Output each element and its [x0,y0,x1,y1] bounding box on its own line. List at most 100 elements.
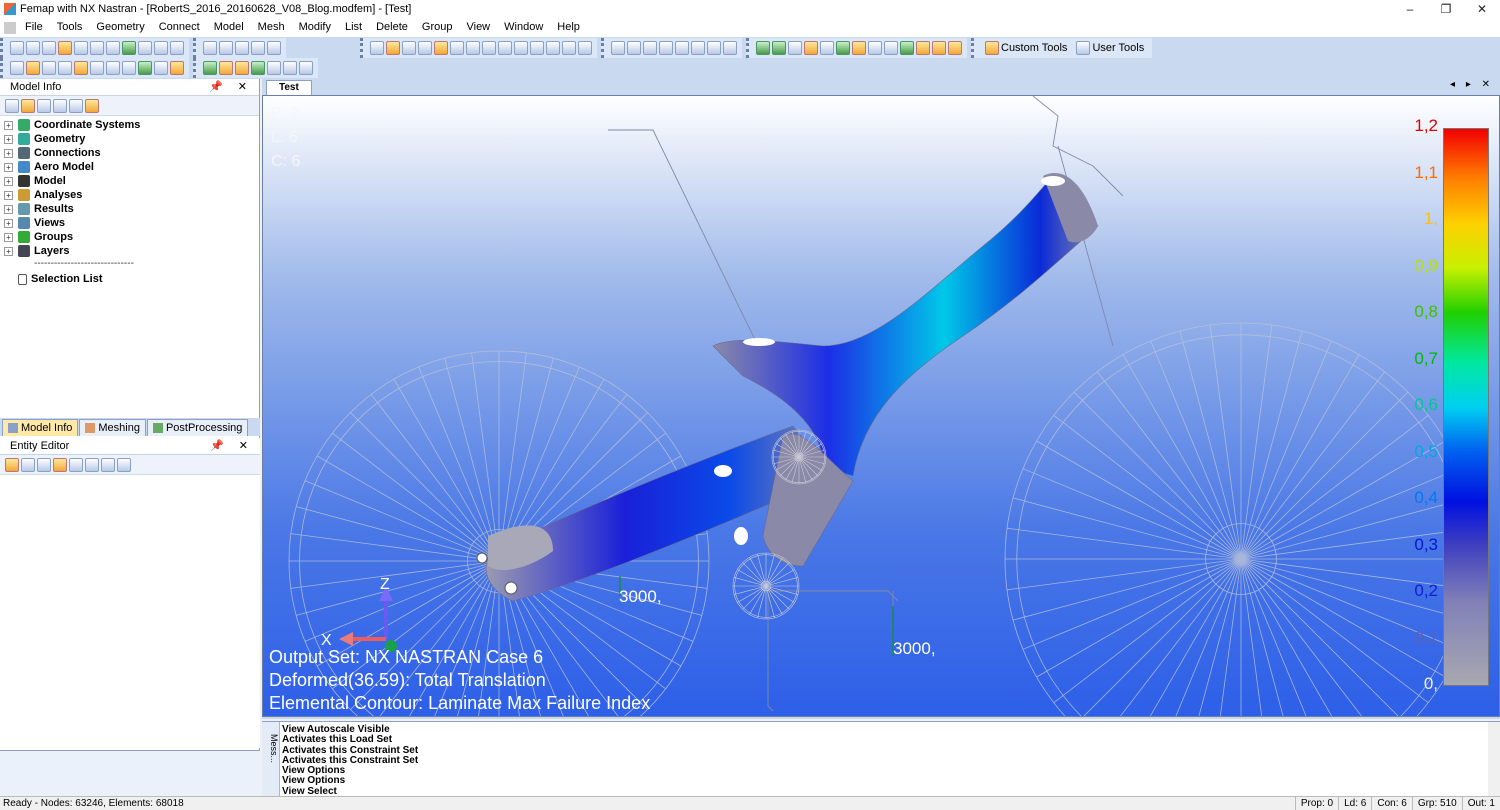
section-icon[interactable] [932,41,946,55]
expand-icon[interactable]: + [4,232,13,242]
pane-pin-close-buttons[interactable]: 📌 ✕ [209,80,253,93]
tree-tool-icon[interactable] [85,98,99,113]
tree-connections[interactable]: + Connections [0,146,259,160]
brush-icon[interactable] [235,61,249,75]
pan-icon[interactable] [219,41,233,55]
menu-group[interactable]: Group [415,18,460,37]
tree-sort-icon[interactable] [69,98,83,113]
expand-icon[interactable]: + [4,176,13,186]
mesh-grid-icon[interactable] [418,41,432,55]
window-select-icon[interactable] [627,41,641,55]
menu-connect[interactable]: Connect [152,18,207,37]
view-box-icon[interactable] [267,41,281,55]
menu-view[interactable]: View [459,18,497,37]
node-icon[interactable] [466,41,480,55]
arrow-icon[interactable] [804,41,818,55]
element-icon[interactable] [482,41,496,55]
load-icon[interactable] [514,41,528,55]
entity-editor-icon[interactable] [74,61,88,75]
tree-filter-icon[interactable] [21,98,35,113]
entity-select-icon[interactable] [203,61,217,75]
expand-icon[interactable]: + [4,246,13,256]
shade-icon[interactable] [723,41,737,55]
import-icon[interactable] [117,457,131,472]
menu-geometry[interactable]: Geometry [89,18,151,37]
meshing-icon[interactable] [26,61,40,75]
expand-icon[interactable]: + [4,218,13,228]
grid-icon[interactable] [74,41,88,55]
status-output[interactable]: Out: 1 [1461,797,1500,810]
menu-window[interactable]: Window [497,18,550,37]
print-icon[interactable] [154,41,168,55]
messages-side-tab[interactable]: Mess... [262,722,280,797]
tree-analyses[interactable]: + Analyses [0,188,259,202]
list-icon[interactable] [659,41,673,55]
document-icon[interactable] [4,21,16,34]
data-table-icon[interactable] [58,61,72,75]
api-icon[interactable] [90,61,104,75]
tree-geometry[interactable]: + Geometry [0,132,259,146]
status-load[interactable]: Ld: 6 [1338,797,1371,810]
chart-icon[interactable] [138,41,152,55]
animate-icon[interactable] [900,41,914,55]
model-icon[interactable] [106,41,120,55]
model-canvas[interactable]: 3000, 3000, Z X [263,96,1499,716]
menu-help[interactable]: Help [550,18,587,37]
pick-icon[interactable] [386,41,400,55]
text-icon[interactable] [852,41,866,55]
charting-icon[interactable] [122,61,136,75]
render-icon[interactable] [707,41,721,55]
group-icon[interactable] [251,61,265,75]
link-icon[interactable] [58,41,72,55]
tree-views[interactable]: + Views [0,216,259,230]
post-icon[interactable] [756,41,770,55]
sort-icon[interactable] [69,457,83,472]
copy-icon[interactable] [170,41,184,55]
expand-icon[interactable]: + [4,190,13,200]
check-icon[interactable] [836,41,850,55]
tree-options-icon[interactable] [5,98,19,113]
material-icon[interactable] [562,41,576,55]
expand-icon[interactable]: + [4,148,13,158]
menu-modify[interactable]: Modify [292,18,338,37]
model-info-icon[interactable] [10,61,24,75]
tree-arrow-icon[interactable] [53,98,67,113]
categorized-icon[interactable] [53,457,67,472]
tree-groups[interactable]: + Groups [0,230,259,244]
rotate-icon[interactable] [203,41,217,55]
new-icon[interactable] [10,41,24,55]
options-icon[interactable] [578,41,592,55]
clear-icon[interactable] [299,61,313,75]
menu-tools[interactable]: Tools [50,18,90,37]
pane-pin-close-buttons[interactable]: 📌 ✕ [210,439,254,452]
solid-icon[interactable] [691,41,705,55]
tree-coordinate-systems[interactable]: + Coordinate Systems [0,118,259,132]
number-icon[interactable] [788,41,802,55]
tree-selection-list[interactable]: Selection List [0,272,259,286]
deform-icon[interactable] [916,41,930,55]
document-tab-controls[interactable]: ◂ ▸ ✕ [1450,79,1494,90]
tree-layers[interactable]: + Layers [0,244,259,258]
save-icon[interactable] [21,457,35,472]
open-icon[interactable] [26,41,40,55]
connection-editor-icon[interactable] [138,61,152,75]
user-tools-button[interactable]: User Tools [1071,41,1148,55]
tree-aero-model[interactable]: + Aero Model [0,160,259,174]
menu-delete[interactable]: Delete [369,18,415,37]
menu-list[interactable]: List [338,18,369,37]
filter-icon[interactable] [402,41,416,55]
tab-meshing[interactable]: Meshing [79,419,146,436]
properties-icon[interactable] [85,457,99,472]
lock-icon[interactable] [5,457,19,472]
minimize-button[interactable]: – [1392,0,1428,18]
results-icon[interactable] [122,41,136,55]
menu-mesh[interactable]: Mesh [251,18,292,37]
tree-expand-icon[interactable] [37,98,51,113]
edit-icon[interactable] [219,61,233,75]
measure-icon[interactable] [948,41,962,55]
status-prop[interactable]: Prop: 0 [1294,797,1338,810]
constraint-icon[interactable] [530,41,544,55]
zoom-icon[interactable] [235,41,249,55]
magnify-icon[interactable] [643,41,657,55]
globe-icon[interactable] [611,41,625,55]
